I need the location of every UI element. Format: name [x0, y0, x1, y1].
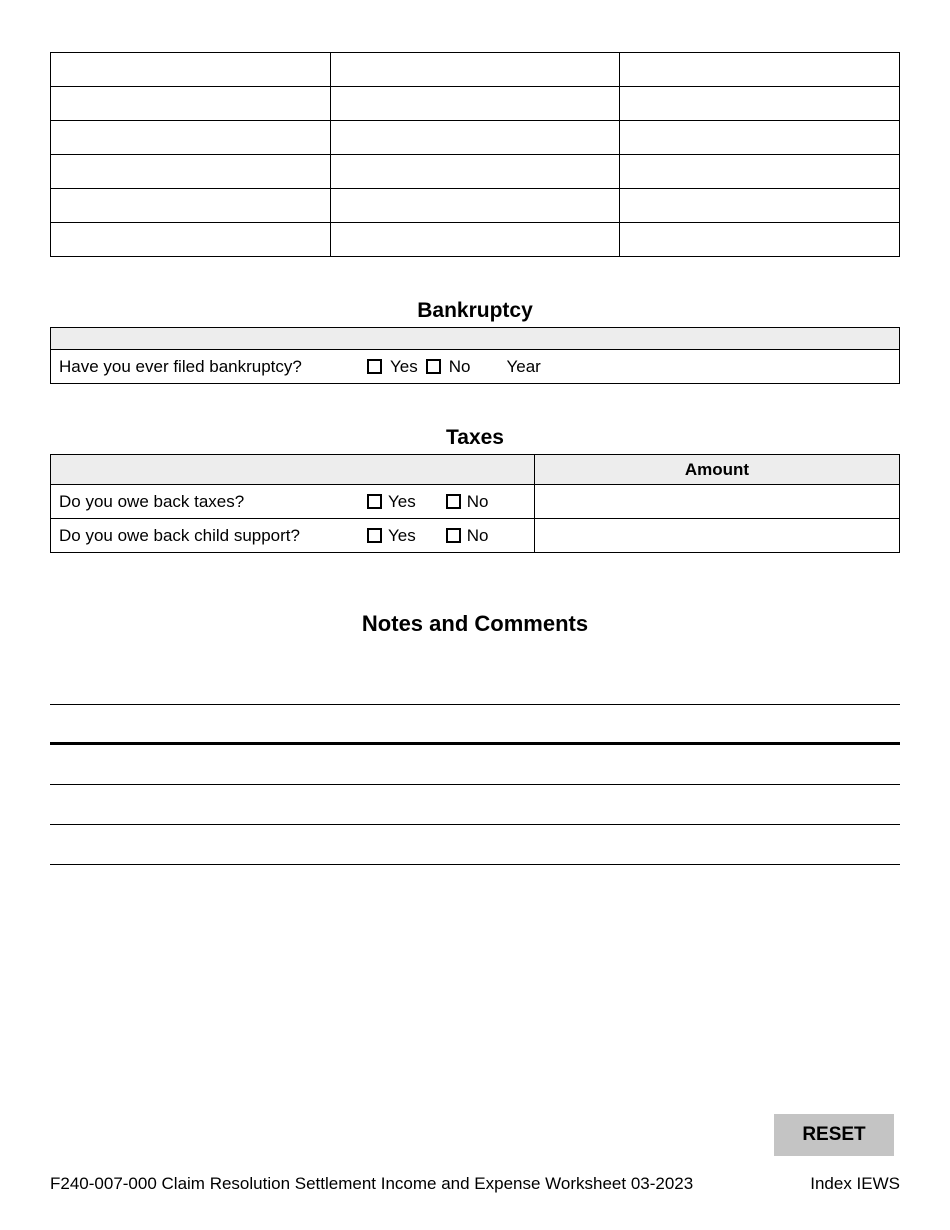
taxes-0-yes-label: Yes — [388, 492, 416, 512]
taxes-0-yes-checkbox[interactable] — [367, 494, 382, 509]
taxes-title: Taxes — [50, 426, 900, 450]
taxes-0-no-checkbox[interactable] — [446, 494, 461, 509]
notes-line[interactable] — [50, 745, 900, 785]
notes-line[interactable] — [50, 705, 900, 745]
notes-line[interactable] — [50, 785, 900, 825]
taxes-table: Amount Do you owe back taxes? Yes No — [50, 454, 900, 553]
bankruptcy-header-blank — [51, 328, 900, 350]
notes-title: Notes and Comments — [50, 611, 900, 637]
taxes-header-blank — [51, 455, 535, 485]
taxes-1-amount[interactable] — [534, 519, 899, 553]
table-row — [51, 223, 900, 257]
taxes-1-yes-checkbox[interactable] — [367, 528, 382, 543]
notes-line[interactable] — [50, 665, 900, 705]
notes-line[interactable] — [50, 825, 900, 865]
footer-right: Index IEWS — [810, 1174, 900, 1194]
bankruptcy-table: Have you ever filed bankruptcy? Yes No Y… — [50, 327, 900, 384]
taxes-1-no-checkbox[interactable] — [446, 528, 461, 543]
table-row — [51, 155, 900, 189]
taxes-1-yes-label: Yes — [388, 526, 416, 546]
bankruptcy-no-checkbox[interactable] — [426, 359, 441, 374]
table-row — [51, 87, 900, 121]
bankruptcy-no-label: No — [449, 357, 471, 377]
taxes-amount-header: Amount — [534, 455, 899, 485]
bankruptcy-question: Have you ever filed bankruptcy? — [59, 357, 359, 377]
taxes-0-amount[interactable] — [534, 485, 899, 519]
bankruptcy-year-label: Year — [506, 357, 540, 377]
bankruptcy-yes-checkbox[interactable] — [367, 359, 382, 374]
table-row: Do you owe back child support? Yes No — [51, 519, 900, 553]
top-blank-table — [50, 52, 900, 257]
taxes-question-1: Do you owe back child support? — [59, 526, 359, 546]
bankruptcy-yes-label: Yes — [390, 357, 418, 377]
bankruptcy-title: Bankruptcy — [50, 299, 900, 323]
reset-button[interactable]: RESET — [774, 1114, 894, 1156]
table-row — [51, 189, 900, 223]
taxes-1-no-label: No — [467, 526, 489, 546]
table-row: Do you owe back taxes? Yes No — [51, 485, 900, 519]
table-row — [51, 53, 900, 87]
taxes-question-0: Do you owe back taxes? — [59, 492, 359, 512]
table-row — [51, 121, 900, 155]
footer-left: F240-007-000 Claim Resolution Settlement… — [50, 1174, 693, 1194]
taxes-0-no-label: No — [467, 492, 489, 512]
